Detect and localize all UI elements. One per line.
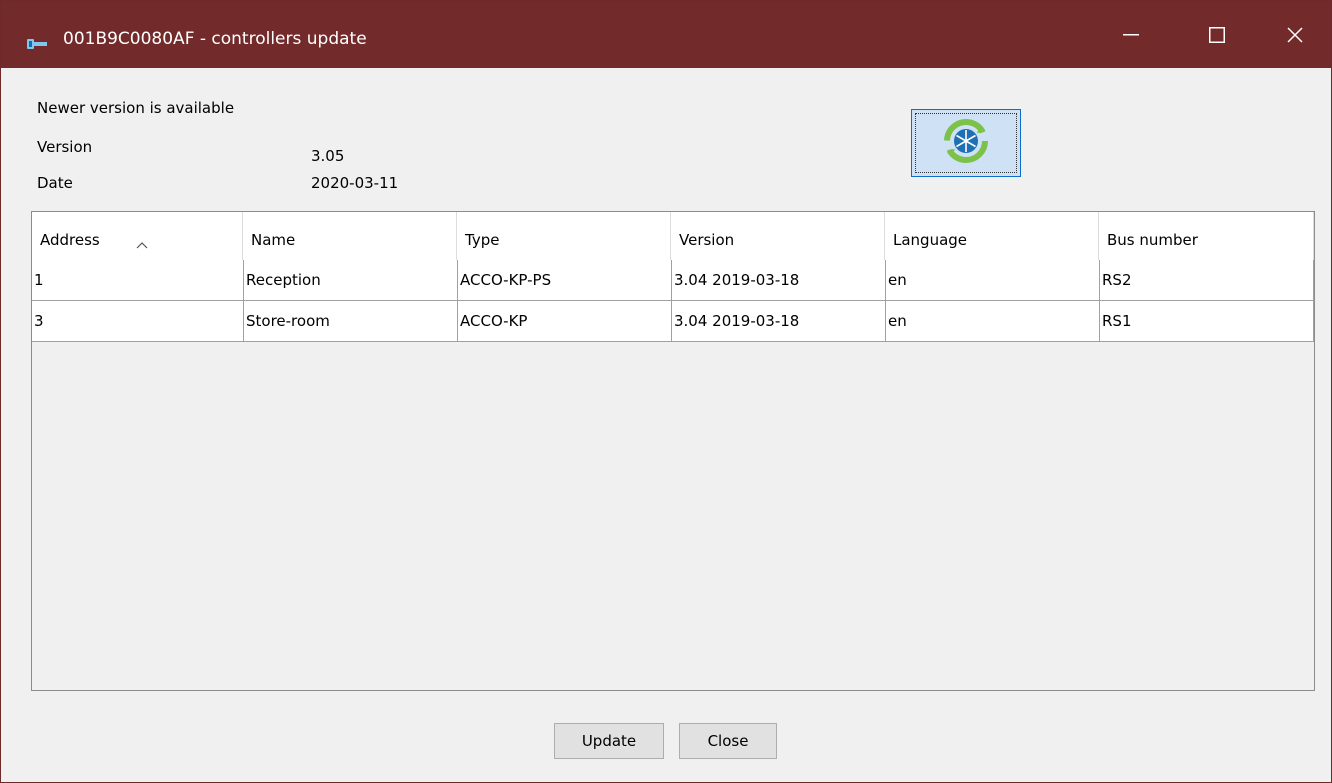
column-header-label: Bus number bbox=[1107, 231, 1198, 249]
column-header-label: Name bbox=[251, 231, 296, 249]
cell-type: ACCO-KP bbox=[458, 301, 672, 341]
date-label: Date bbox=[37, 174, 73, 192]
cell-language: en bbox=[886, 260, 1100, 300]
table-row[interactable]: 3 Store-room ACCO-KP 3.04 2019-03-18 en … bbox=[32, 301, 1314, 342]
cell-version: 3.04 2019-03-18 bbox=[672, 260, 886, 300]
version-value: 3.05 bbox=[311, 147, 345, 165]
cell-address: 1 bbox=[32, 260, 244, 300]
table-row[interactable]: 1 Reception ACCO-KP-PS 3.04 2019-03-18 e… bbox=[32, 260, 1314, 301]
column-header-name[interactable]: Name bbox=[243, 212, 457, 260]
column-header-language[interactable]: Language bbox=[885, 212, 1099, 260]
update-status-text: Newer version is available bbox=[37, 99, 235, 117]
cell-bus-number: RS1 bbox=[1100, 301, 1314, 341]
minimize-button[interactable] bbox=[1091, 1, 1171, 68]
check-update-button[interactable] bbox=[911, 109, 1021, 177]
key-icon bbox=[27, 35, 49, 53]
close-button[interactable]: Close bbox=[679, 723, 777, 759]
column-header-label: Language bbox=[893, 231, 968, 249]
column-header-label: Address bbox=[40, 231, 100, 249]
date-value: 2020-03-11 bbox=[311, 174, 399, 192]
cell-type: ACCO-KP-PS bbox=[458, 260, 672, 300]
cell-version: 3.04 2019-03-18 bbox=[672, 301, 886, 341]
column-header-version[interactable]: Version bbox=[671, 212, 885, 260]
title-bar[interactable]: 001B9C0080AF - controllers update bbox=[1, 1, 1331, 68]
window-title: 001B9C0080AF - controllers update bbox=[63, 29, 367, 49]
update-button[interactable]: Update bbox=[554, 723, 664, 759]
cell-name: Store-room bbox=[244, 301, 458, 341]
cell-address: 3 bbox=[32, 301, 244, 341]
cell-language: en bbox=[886, 301, 1100, 341]
close-icon bbox=[1287, 26, 1303, 43]
maximize-button[interactable] bbox=[1177, 1, 1257, 68]
dialog-window: 001B9C0080AF - controllers update Newer … bbox=[0, 0, 1332, 783]
column-header-address[interactable]: Address bbox=[32, 212, 243, 260]
column-header-label: Version bbox=[679, 231, 735, 249]
column-header-bus-number[interactable]: Bus number bbox=[1099, 212, 1314, 260]
version-label: Version bbox=[37, 138, 93, 156]
close-window-button[interactable] bbox=[1255, 1, 1332, 68]
focus-rectangle bbox=[915, 113, 1017, 173]
column-header-label: Type bbox=[465, 231, 500, 249]
column-header-type[interactable]: Type bbox=[457, 212, 671, 260]
cell-name: Reception bbox=[244, 260, 458, 300]
cell-bus-number: RS2 bbox=[1100, 260, 1314, 300]
table-header: Address Name Type Version Language Bus n… bbox=[32, 212, 1314, 261]
minimize-icon bbox=[1123, 33, 1139, 36]
maximize-icon bbox=[1209, 26, 1225, 43]
controllers-table[interactable]: Address Name Type Version Language Bus n… bbox=[31, 211, 1315, 691]
